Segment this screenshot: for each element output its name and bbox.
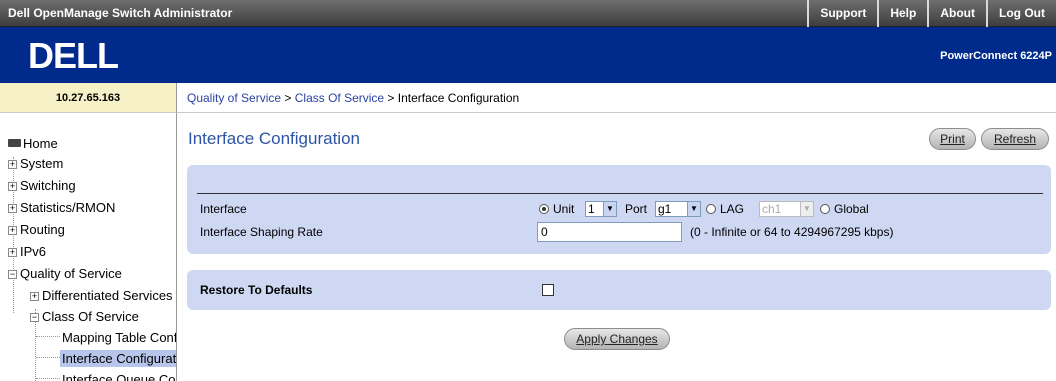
- shaping-rate-input[interactable]: 0: [537, 222, 682, 242]
- unit-label: Unit: [553, 202, 575, 216]
- sidebar-item-switching[interactable]: + Switching: [8, 178, 76, 193]
- logout-link[interactable]: Log Out: [986, 0, 1056, 27]
- help-link[interactable]: Help: [877, 0, 927, 27]
- lag-select[interactable]: ch1 ▼: [759, 201, 814, 217]
- sidebar-item-routing[interactable]: + Routing: [8, 222, 65, 237]
- breadcrumb: Quality of Service > Class Of Service > …: [177, 83, 1056, 113]
- shaping-rate-label: Interface Shaping Rate: [200, 225, 323, 239]
- restore-defaults-checkbox[interactable]: [542, 284, 554, 296]
- refresh-button[interactable]: Refresh: [981, 128, 1049, 150]
- banner: DELL PowerConnect 6224P: [0, 27, 1056, 83]
- chevron-down-icon: ▼: [687, 202, 700, 216]
- top-bar: Dell OpenManage Switch Administrator Sup…: [0, 0, 1056, 27]
- breadcrumb-qos[interactable]: Quality of Service: [187, 91, 281, 105]
- sidebar-item-statistics[interactable]: + Statistics/RMON: [8, 200, 115, 215]
- sidebar-item-mapping-table[interactable]: Mapping Table Configuration: [62, 330, 176, 345]
- sidebar: Home + System + Switching + Statistics/RMON…: [0, 113, 177, 381]
- lag-label: LAG: [720, 202, 745, 216]
- collapse-icon[interactable]: −: [8, 270, 17, 279]
- global-radio[interactable]: [820, 204, 830, 214]
- port-select[interactable]: g1 ▼: [655, 201, 701, 217]
- expand-icon[interactable]: +: [8, 248, 17, 257]
- global-label: Global: [834, 202, 869, 216]
- print-button[interactable]: Print: [929, 128, 976, 150]
- expand-icon[interactable]: +: [8, 160, 17, 169]
- sidebar-item-home[interactable]: Home: [8, 136, 58, 151]
- app-title: Dell OpenManage Switch Administrator: [8, 6, 233, 20]
- about-link[interactable]: About: [927, 0, 986, 27]
- home-icon: [8, 139, 21, 147]
- port-label: Port: [625, 202, 648, 216]
- chevron-down-icon: ▼: [603, 202, 616, 216]
- shaping-rate-hint: (0 - Infinite or 64 to 4294967295 kbps): [690, 225, 894, 239]
- interface-label: Interface: [200, 202, 247, 216]
- expand-icon[interactable]: +: [8, 204, 17, 213]
- top-links: Support Help About Log Out: [807, 0, 1056, 27]
- dell-logo: DELL: [28, 35, 119, 75]
- svg-text:DELL: DELL: [28, 35, 118, 75]
- restore-panel: [187, 270, 1051, 310]
- expand-icon[interactable]: +: [30, 292, 39, 301]
- divider: [197, 193, 1043, 194]
- sidebar-item-interface-queue[interactable]: Interface Queue Configuration: [62, 372, 176, 381]
- ip-address: 10.27.65.163: [0, 83, 177, 113]
- unit-select[interactable]: 1 ▼: [585, 201, 617, 217]
- collapse-icon[interactable]: −: [30, 313, 39, 322]
- chevron-down-icon: ▼: [800, 202, 813, 216]
- support-link[interactable]: Support: [807, 0, 877, 27]
- sidebar-item-ipv6[interactable]: + IPv6: [8, 244, 46, 259]
- sidebar-item-diffserv[interactable]: + Differentiated Services: [30, 288, 173, 303]
- sidebar-item-qos[interactable]: − Quality of Service: [8, 266, 122, 281]
- sidebar-item-cos[interactable]: − Class Of Service: [30, 309, 139, 324]
- restore-defaults-label: Restore To Defaults: [200, 283, 313, 297]
- lag-radio[interactable]: [706, 204, 716, 214]
- expand-icon[interactable]: +: [8, 226, 17, 235]
- page-title: Interface Configuration: [188, 129, 360, 148]
- breadcrumb-current: Interface Configuration: [397, 91, 520, 105]
- breadcrumb-cos[interactable]: Class Of Service: [295, 91, 384, 105]
- sidebar-item-interface-configuration[interactable]: Interface Configuration: [60, 350, 176, 367]
- unit-radio[interactable]: [539, 204, 549, 214]
- apply-changes-button[interactable]: Apply Changes: [564, 328, 670, 350]
- expand-icon[interactable]: +: [8, 182, 17, 191]
- sidebar-item-system[interactable]: + System: [8, 156, 63, 171]
- model-name: PowerConnect 6224P: [940, 50, 1052, 62]
